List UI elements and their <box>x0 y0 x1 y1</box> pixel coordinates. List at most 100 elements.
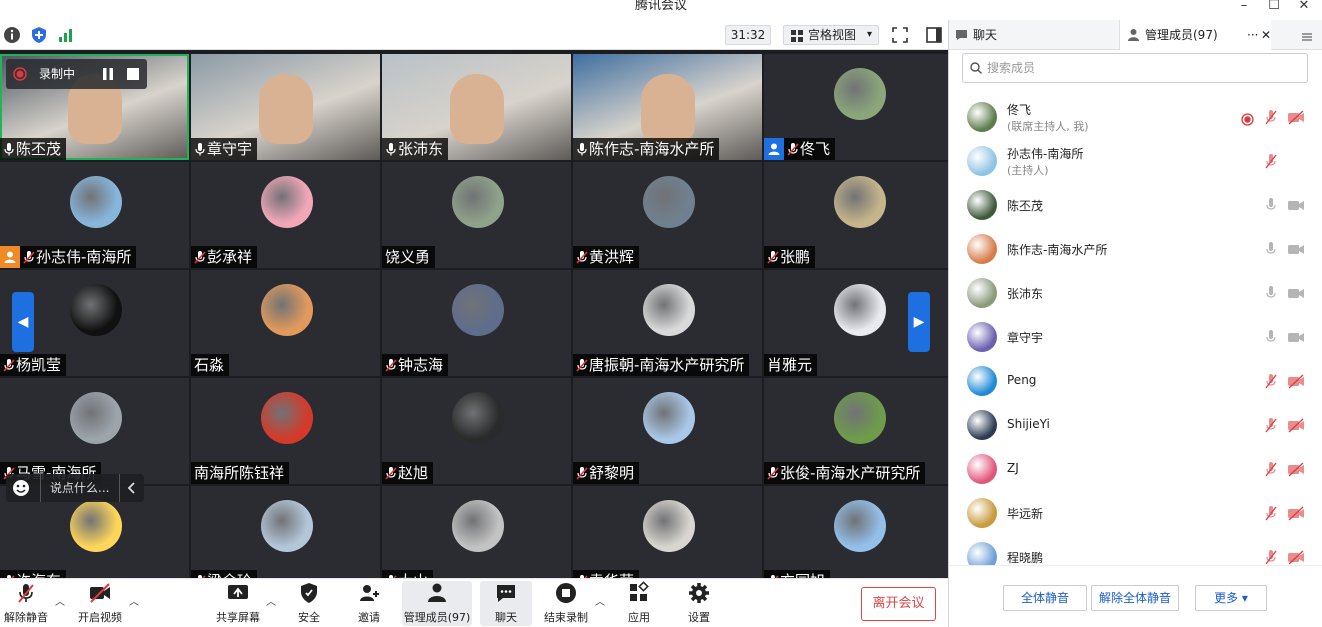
tab-chat[interactable]: 聊天 <box>949 20 1119 50</box>
apps-button[interactable]: 应用 <box>622 581 656 626</box>
member-row[interactable]: Peng <box>949 359 1322 403</box>
participant-tile[interactable]: 石淼 <box>191 270 380 376</box>
participant-tile[interactable]: 唐振朝-南海水产研究所 <box>573 270 762 376</box>
settings-button[interactable]: 设置 <box>682 581 716 626</box>
fullscreen-icon[interactable] <box>891 26 909 44</box>
avatar <box>643 392 695 444</box>
participant-name: 舒黎明 <box>589 464 635 482</box>
minimize-button[interactable]: – <box>1230 0 1258 14</box>
more-options-icon[interactable]: ··· <box>1247 20 1258 50</box>
participant-tile[interactable]: 黄洪辉 <box>573 162 762 268</box>
member-row[interactable]: 孙志伟-南海所 (主持人) <box>949 139 1322 183</box>
share-screen-button[interactable]: 共享屏幕 <box>213 581 263 626</box>
camera-off-icon[interactable] <box>1287 373 1305 389</box>
audio-options-caret-icon[interactable]: ︿ <box>55 593 65 608</box>
participant-tile[interactable]: 钟志海 <box>382 270 571 376</box>
tab-members[interactable]: 管理成员(97) ··· ✕ <box>1119 20 1271 50</box>
mic-muted-icon[interactable] <box>1265 549 1277 565</box>
participant-name: 陈丕茂 <box>16 140 62 158</box>
participant-name-bar: 章守宇 <box>191 138 258 160</box>
camera-icon[interactable] <box>1287 197 1305 213</box>
unmute-all-button[interactable]: 解除全体静音 <box>1091 585 1179 611</box>
stop-icon[interactable] <box>126 67 140 81</box>
participant-name-bar: 钟志海 <box>382 354 449 376</box>
signal-icon[interactable] <box>57 26 75 44</box>
participant-tile[interactable]: 赵旭 <box>382 378 571 484</box>
next-page-button[interactable]: ▶ <box>908 292 930 352</box>
emoji-icon[interactable] <box>12 479 30 497</box>
security-button[interactable]: 安全 <box>290 581 328 626</box>
start-video-button[interactable]: 开启视频 <box>74 581 126 626</box>
participant-tile[interactable]: 方园旭 <box>764 486 948 578</box>
member-row[interactable]: 毕远新 <box>949 491 1322 535</box>
chat-button[interactable]: 聊天 <box>480 581 532 626</box>
mic-icon[interactable] <box>1265 285 1277 301</box>
participant-tile[interactable]: 南海所陈钰祥 <box>191 378 380 484</box>
participant-tile[interactable]: 饶义勇 <box>382 162 571 268</box>
participant-tile[interactable]: 大山 <box>382 486 571 578</box>
manage-members-button[interactable]: 管理成员(97) <box>402 581 472 626</box>
unmute-button[interactable]: 解除静音 <box>2 581 50 626</box>
camera-off-icon[interactable] <box>1287 417 1305 433</box>
participant-tile[interactable]: 佟飞 <box>764 54 948 160</box>
camera-icon[interactable] <box>1287 285 1305 301</box>
chevron-left-icon: ◀ <box>17 314 29 330</box>
leave-meeting-button[interactable]: 离开会议 <box>861 587 936 621</box>
mic-muted-icon[interactable] <box>1265 461 1277 477</box>
pause-icon[interactable] <box>101 67 115 81</box>
shield-icon[interactable] <box>30 26 48 44</box>
camera-off-icon[interactable] <box>1287 461 1305 477</box>
record-options-caret-icon[interactable]: ︿ <box>595 593 605 608</box>
close-window-button[interactable]: ✕ <box>1290 0 1318 14</box>
camera-off-icon[interactable] <box>1287 109 1305 125</box>
mic-muted-icon[interactable] <box>1265 505 1277 521</box>
member-search-input[interactable]: 搜索成员 <box>962 53 1308 83</box>
member-row[interactable]: 章守宇 <box>949 315 1322 359</box>
participant-tile[interactable]: 彭承祥 <box>191 162 380 268</box>
member-row[interactable]: 陈作志-南海水产所 <box>949 227 1322 271</box>
mic-icon[interactable] <box>1265 329 1277 345</box>
participant-tile[interactable]: 张沛东 <box>382 54 571 160</box>
panel-menu-icon[interactable] <box>1301 28 1313 41</box>
collapse-chevron-icon[interactable] <box>127 482 137 494</box>
mute-all-button[interactable]: 全体静音 <box>1003 585 1087 611</box>
member-row[interactable]: ZJ <box>949 447 1322 491</box>
share-options-caret-icon[interactable]: ︿ <box>266 593 276 608</box>
member-row[interactable]: 张沛东 <box>949 271 1322 315</box>
camera-icon[interactable] <box>1287 329 1305 345</box>
info-icon[interactable] <box>3 26 21 44</box>
participant-tile[interactable]: 张鹏 <box>764 162 948 268</box>
mic-icon[interactable] <box>1265 197 1277 213</box>
member-row[interactable]: ShijieYi <box>949 403 1322 447</box>
mic-icon[interactable] <box>1265 241 1277 257</box>
invite-button[interactable]: 邀请 <box>350 581 388 626</box>
camera-off-icon[interactable] <box>1287 505 1305 521</box>
maximize-button[interactable]: ☐ <box>1260 0 1288 14</box>
prev-page-button[interactable]: ◀ <box>12 292 34 352</box>
participant-tile[interactable]: 马雪-南海所 <box>0 378 189 484</box>
camera-off-icon[interactable] <box>1287 549 1305 565</box>
member-row[interactable]: 佟飞 (联席主持人, 我) <box>949 95 1322 139</box>
mic-muted-icon[interactable] <box>1265 417 1277 433</box>
video-options-caret-icon[interactable]: ︿ <box>129 593 139 608</box>
participant-tile[interactable]: 舒黎明 <box>573 378 762 484</box>
end-recording-button[interactable]: 结束录制 <box>542 581 590 626</box>
close-panel-icon[interactable]: ✕ <box>1261 20 1271 50</box>
participant-tile[interactable]: 梁余玲 <box>191 486 380 578</box>
mic-muted-icon[interactable] <box>1265 153 1277 169</box>
mic-muted-icon[interactable] <box>1265 109 1277 125</box>
view-switch-button[interactable]: 宫格视图 ▾ <box>783 25 879 45</box>
participant-tile[interactable]: 袁华荣 <box>573 486 762 578</box>
quick-chat-bar[interactable]: 说点什么... <box>6 474 144 502</box>
participant-tile[interactable]: 章守宇 <box>191 54 380 160</box>
participant-tile[interactable]: 孙志伟-南海所 <box>0 162 189 268</box>
member-row[interactable]: 陈丕茂 <box>949 183 1322 227</box>
sidebar-toggle-icon[interactable] <box>925 26 943 44</box>
camera-icon[interactable] <box>1287 241 1305 257</box>
mic-muted-icon <box>767 248 779 264</box>
participant-tile[interactable]: 陈作志-南海水产所 <box>573 54 762 160</box>
mic-muted-icon[interactable] <box>1265 373 1277 389</box>
member-row[interactable]: 程晓鹏 <box>949 535 1322 565</box>
participant-tile[interactable]: 张俊-南海水产研究所 <box>764 378 948 484</box>
more-button[interactable]: 更多 ▾ <box>1195 585 1267 611</box>
